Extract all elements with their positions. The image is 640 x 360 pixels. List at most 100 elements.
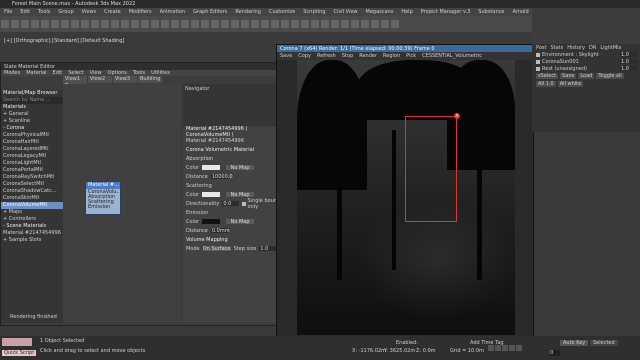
- toolbar-button[interactable]: [221, 20, 229, 28]
- toolbar-button[interactable]: [311, 20, 319, 28]
- menu-item-9[interactable]: Rendering: [235, 9, 261, 15]
- toolbar-button[interactable]: [191, 20, 199, 28]
- browser-item[interactable]: CoronaPhysicalMtl: [1, 132, 63, 139]
- browser-item[interactable]: - Scene Materials: [1, 223, 63, 230]
- render-side-panel[interactable]: Post Stats History DR LightMix Environment :…: [532, 44, 640, 132]
- view-tab[interactable]: View2: [88, 76, 112, 83]
- playback-controls[interactable]: [488, 345, 548, 353]
- browser-item[interactable]: CoronaSkinMtl: [1, 195, 63, 202]
- absorption-map-button[interactable]: No Map: [226, 165, 255, 171]
- next-frame-icon[interactable]: [509, 345, 515, 351]
- emission-distance-input[interactable]: 0.0mm: [210, 228, 230, 234]
- toolbar-button[interactable]: [91, 20, 99, 28]
- side-tab[interactable]: LightMix: [600, 45, 621, 51]
- toolbar-button[interactable]: [1, 20, 9, 28]
- browser-item[interactable]: CoronaVolumeMtl: [1, 202, 63, 209]
- emission-map-button[interactable]: No Map: [226, 219, 255, 225]
- editor-menu-item[interactable]: Modes: [4, 70, 20, 76]
- scattering-map-button[interactable]: No Map: [226, 192, 255, 198]
- slate-material-editor[interactable]: Slate Material Editor Modes Material Edit S…: [0, 62, 296, 326]
- toolbar-button[interactable]: [321, 20, 329, 28]
- view-tab[interactable]: Building: [138, 76, 162, 83]
- mode-select[interactable]: On Surface: [202, 246, 231, 252]
- x-coord[interactable]: X: -1176.02m: [352, 348, 386, 354]
- toolbar-button[interactable]: [181, 20, 189, 28]
- render-region[interactable]: ×: [405, 113, 460, 222]
- toolbar-button[interactable]: [111, 20, 119, 28]
- auto-key-button[interactable]: Auto Key: [560, 340, 589, 346]
- menu-item-11[interactable]: Scripting: [303, 9, 325, 15]
- emission-color-swatch[interactable]: [202, 219, 221, 224]
- toolbar-button[interactable]: [71, 20, 79, 28]
- menu-item-13[interactable]: Megascans: [366, 9, 394, 15]
- browser-item[interactable]: CoronaPortalMtl: [1, 167, 63, 174]
- menu-item-17[interactable]: Arnold: [512, 9, 528, 15]
- viewport-label[interactable]: [+] [Orthographic] [Standard] [Default S…: [0, 38, 304, 45]
- browser-item[interactable]: CoronaHairMtl: [1, 139, 63, 146]
- toolbar-button[interactable]: [371, 20, 379, 28]
- material-browser[interactable]: Material/Map Browser Search by Name ... Ma…: [1, 90, 63, 323]
- toolbar-button[interactable]: [61, 20, 69, 28]
- toolbar-button[interactable]: [161, 20, 169, 28]
- render-toolbar-button[interactable]: Render: [359, 53, 377, 59]
- toolbar-button[interactable]: [31, 20, 39, 28]
- browser-item[interactable]: CoronaSelectMtl: [1, 181, 63, 188]
- side-tab[interactable]: DR: [589, 45, 596, 51]
- menu-item-12[interactable]: Civil View: [333, 9, 357, 15]
- render-toolbar[interactable]: Save Copy Refresh Stop Render Region Pick CESSE…: [277, 52, 533, 60]
- layer-checkbox[interactable]: [536, 66, 540, 71]
- lightmix-button[interactable]: Toggle all: [596, 73, 624, 79]
- browser-item[interactable]: + Scanline: [1, 118, 63, 125]
- render-toolbar-button[interactable]: Copy: [298, 53, 311, 59]
- menu-item-15[interactable]: Project Manager v.3: [421, 9, 471, 15]
- menu-item-5[interactable]: Create: [104, 9, 121, 15]
- directionality-input[interactable]: 0.0: [222, 201, 239, 207]
- layer-checkbox[interactable]: [536, 52, 540, 57]
- toolbar-button[interactable]: [131, 20, 139, 28]
- maxscript-listener[interactable]: [2, 338, 32, 346]
- browser-item[interactable]: Material #2147454996: [1, 230, 63, 237]
- lightmix-layer[interactable]: Environment : Skylight 1.0: [532, 51, 640, 58]
- view-tab[interactable]: View3: [113, 76, 137, 83]
- toolbar-button[interactable]: [201, 20, 209, 28]
- step-size-input[interactable]: 1.0: [259, 246, 277, 252]
- layer-value[interactable]: 1.0: [620, 52, 637, 58]
- toolbar-button[interactable]: [251, 20, 259, 28]
- scattering-color-swatch[interactable]: [202, 192, 221, 197]
- browser-item[interactable]: CoronaShadowCatc...: [1, 188, 63, 195]
- browser-item[interactable]: CoronaLayeredMtl: [1, 146, 63, 153]
- toolbar-button[interactable]: [261, 20, 269, 28]
- side-tab[interactable]: History: [567, 45, 585, 51]
- toolbar-button[interactable]: [101, 20, 109, 28]
- layer-value[interactable]: 1.0: [620, 66, 637, 72]
- browser-item[interactable]: CoronaLightMtl: [1, 160, 63, 167]
- render-toolbar-button[interactable]: Stop: [342, 53, 353, 59]
- toolbar-button[interactable]: [81, 20, 89, 28]
- go-end-icon[interactable]: [516, 345, 522, 351]
- toolbar-button[interactable]: [271, 20, 279, 28]
- view-tab[interactable]: View1: [63, 76, 87, 83]
- menu-item-1[interactable]: Edit: [20, 9, 30, 15]
- lightmix-layer[interactable]: Rest (unassigned) 1.0: [532, 65, 640, 72]
- toolbar-button[interactable]: [121, 20, 129, 28]
- menu-item-4[interactable]: Views: [82, 9, 96, 15]
- side-tab[interactable]: Post: [536, 45, 546, 51]
- maxscript-label[interactable]: Quick Script: [2, 350, 37, 356]
- absorption-color-swatch[interactable]: [202, 165, 221, 170]
- lightmix-button[interactable]: Load: [578, 73, 595, 79]
- key-filter-select[interactable]: Selected: [590, 340, 618, 346]
- layer-checkbox[interactable]: [536, 59, 540, 64]
- editor-menu-item[interactable]: Edit: [53, 70, 63, 76]
- distance-input[interactable]: 10000.0: [210, 174, 233, 180]
- corona-frame-buffer[interactable]: Corona 7 (x64) Render: 1/1 (Time elapsed…: [276, 44, 534, 338]
- browser-item[interactable]: CoronaRaySwitchMtl: [1, 174, 63, 181]
- menu-item-16[interactable]: Substance: [478, 9, 504, 15]
- search-input[interactable]: Search by Name ...: [1, 97, 63, 104]
- go-start-icon[interactable]: [488, 345, 494, 351]
- toolbar-button[interactable]: [231, 20, 239, 28]
- menu-item-6[interactable]: Modifiers: [129, 9, 152, 15]
- render-toolbar-button[interactable]: Refresh: [317, 53, 336, 59]
- browser-item[interactable]: - Corona: [1, 125, 63, 132]
- toolbar-button[interactable]: [241, 20, 249, 28]
- y-coord[interactable]: Y: 3625.02m: [384, 348, 415, 354]
